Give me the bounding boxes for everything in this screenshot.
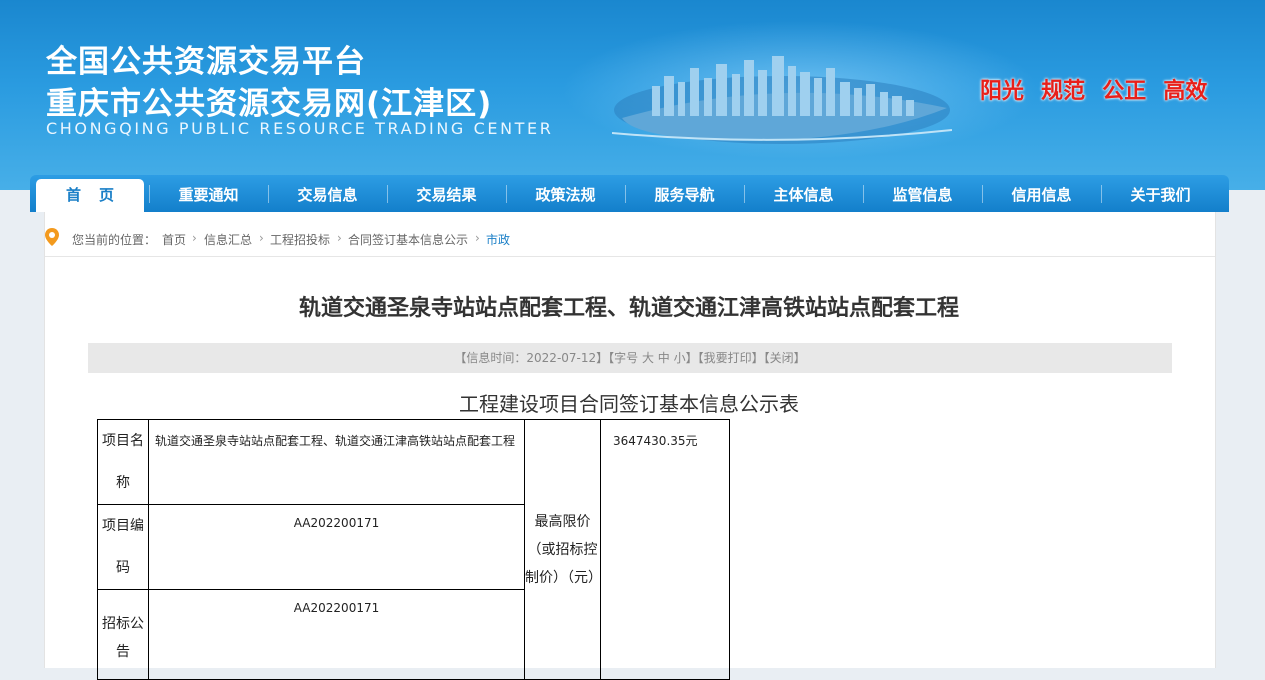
city-skyline-image [612,56,952,144]
project-code-value: AA202200171 [148,504,525,590]
site-header: 全国公共资源交易平台 重庆市公共资源交易网(江津区) CHONGQING PUB… [0,0,1265,190]
max-price-value: 3647430.35元 [600,419,730,680]
project-code-label: 项目编码 [97,504,149,590]
breadcrumb-prefix: 您当前的位置： [72,233,157,247]
breadcrumb: 您当前的位置： 首页 › 信息汇总 › 工程招投标 › 合同签订基本信息公示 ›… [45,212,1215,257]
nav-item-about-us[interactable]: 关于我们 [1101,175,1220,212]
breadcrumb-info-summary[interactable]: 信息汇总 [204,231,252,248]
nav-item-credit-info[interactable]: 信用信息 [982,175,1101,212]
breadcrumb-engineering-bidding[interactable]: 工程招投标 [270,231,330,248]
content-card: 您当前的位置： 首页 › 信息汇总 › 工程招投标 › 合同签订基本信息公示 ›… [44,212,1216,680]
slogan-word: 公正 [1102,79,1147,104]
max-price-label: 最高限价（或招标控制价）（元） [524,419,602,680]
breadcrumb-home[interactable]: 首页 [162,231,186,248]
location-pin-icon [45,228,59,246]
nav-item-service-guide[interactable]: 服务导航 [625,175,744,212]
tender-notice-value: AA202200171 [148,589,525,680]
site-subtitle: 重庆市公共资源交易网(江津区) [46,86,493,122]
article-meta-bar[interactable]: 【信息时间：2022-07-12】【字号 大 中 小】【我要打印】【关闭】 [88,343,1172,373]
nav-item-policies[interactable]: 政策法规 [506,175,625,212]
article-title: 轨道交通圣泉寺站站点配套工程、轨道交通江津高铁站站点配套工程 [298,296,959,321]
nav-item-supervision-info[interactable]: 监管信息 [863,175,982,212]
nav-item-home[interactable]: 首页 [36,179,144,212]
main-nav: 首页 重要通知 交易信息 交易结果 政策法规 服务导航 主体信息 监管信息 信用… [30,175,1229,212]
site-title: 全国公共资源交易平台 [46,44,366,80]
slogan-word: 规范 [1041,79,1086,104]
contract-info-table: 项目名称 轨道交通圣泉寺站站点配套工程、轨道交通江津高铁站站点配套工程 最高限价… [97,419,730,680]
site-title-english: CHONGQING PUBLIC RESOURCE TRADING CENTER [46,119,554,138]
nav-item-trading-info[interactable]: 交易信息 [268,175,387,212]
project-name-value: 轨道交通圣泉寺站站点配套工程、轨道交通江津高铁站站点配套工程 [148,419,525,505]
nav-item-entity-info[interactable]: 主体信息 [744,175,863,212]
slogan-word: 阳光 [980,79,1025,104]
breadcrumb-current[interactable]: 市政 [486,231,510,248]
project-name-label: 项目名称 [97,419,149,505]
tender-notice-label: 招标公告 [97,589,149,680]
slogan-word: 高效 [1163,79,1208,104]
nav-item-notices[interactable]: 重要通知 [149,175,268,212]
table-title: 工程建设项目合同签订基本信息公示表 [459,392,799,416]
slogan: 阳光 规范 公正 高效 [980,73,1219,105]
breadcrumb-contract-info[interactable]: 合同签订基本信息公示 [348,231,468,248]
nav-item-trading-results[interactable]: 交易结果 [387,175,506,212]
